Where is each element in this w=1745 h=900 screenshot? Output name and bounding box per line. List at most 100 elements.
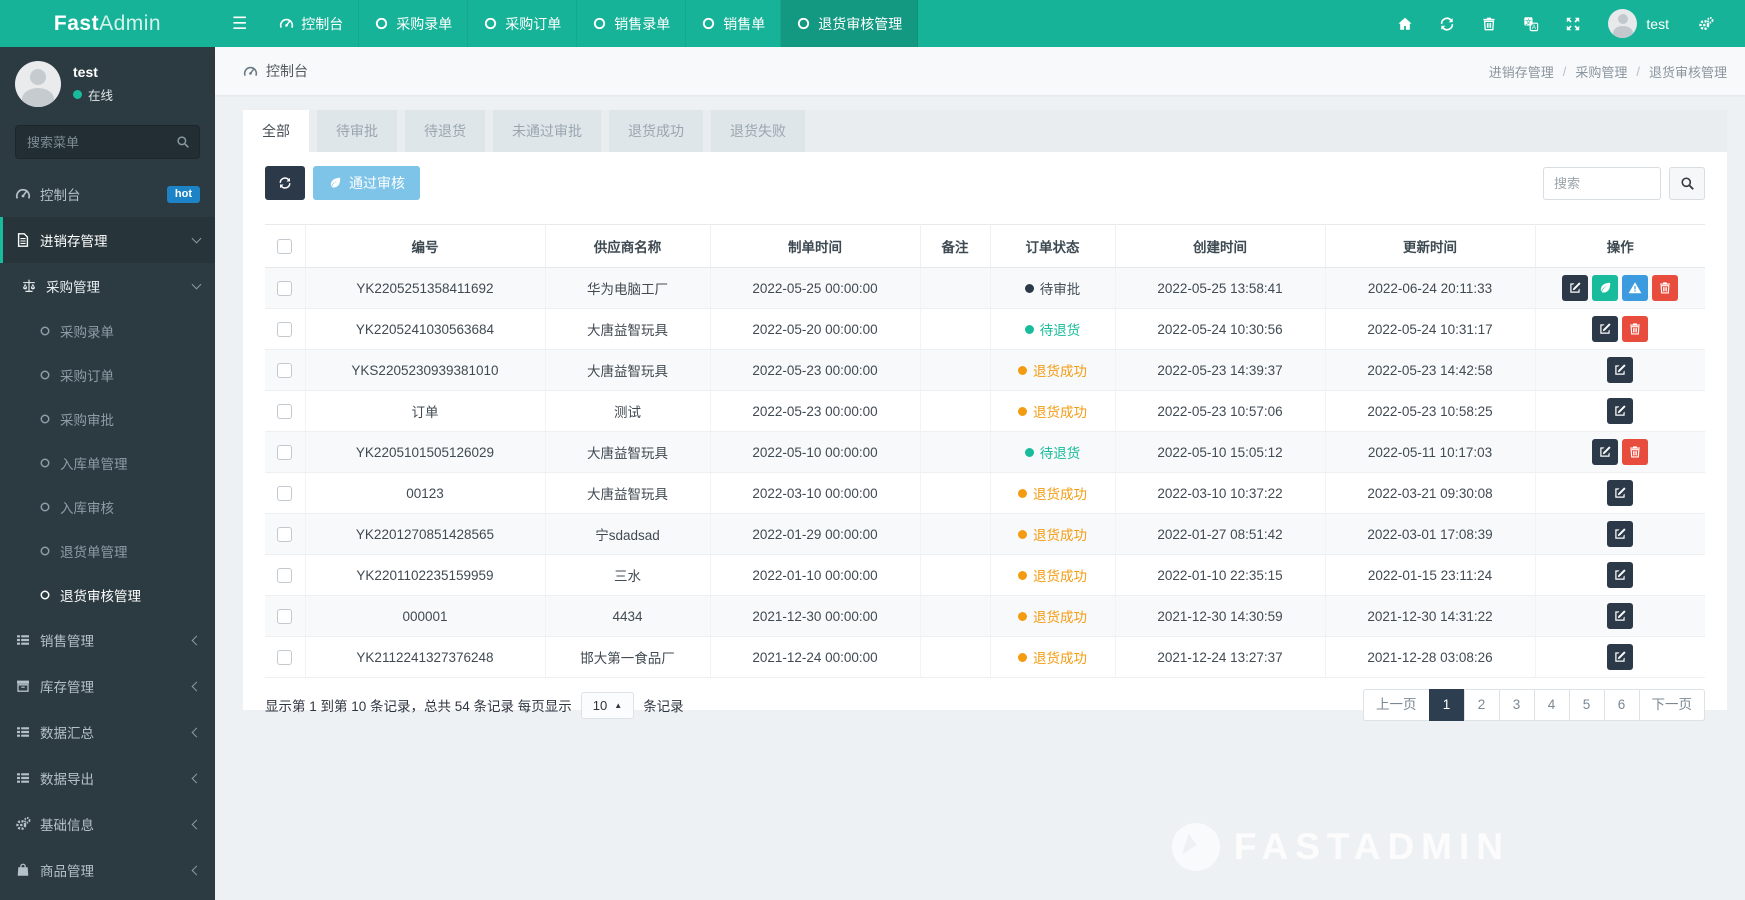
online-dot-icon — [73, 90, 82, 99]
row-checkbox[interactable] — [277, 403, 293, 419]
topnav-tab-6[interactable]: 退货审核管理 — [781, 0, 919, 47]
column-header-4[interactable]: 订单状态 — [990, 224, 1116, 268]
column-header-2[interactable]: 制单时间 — [710, 224, 921, 268]
row-checkbox[interactable] — [277, 567, 293, 583]
sidebar-item-9[interactable]: 退货审核管理 — [0, 573, 215, 617]
row-checkbox[interactable] — [277, 362, 293, 378]
edit-button[interactable] — [1592, 439, 1619, 465]
sidebar-item-8[interactable]: 退货单管理 — [0, 529, 215, 573]
sidebar-item-10[interactable]: 销售管理 — [0, 617, 215, 663]
row-checkbox[interactable] — [277, 649, 293, 665]
edit-button[interactable] — [1607, 357, 1634, 383]
warning-button[interactable] — [1622, 275, 1649, 301]
page-button-2[interactable]: 2 — [1463, 689, 1500, 721]
sidebar-toggle-button[interactable]: ☰ — [215, 0, 264, 47]
topnav-tab-2[interactable]: 采购录单 — [359, 0, 469, 47]
row-checkbox[interactable] — [277, 280, 293, 296]
column-header-0[interactable]: 编号 — [305, 224, 546, 268]
status-cell: 退货成功 — [990, 636, 1116, 678]
status-dot-icon — [1024, 447, 1034, 457]
edit-button[interactable] — [1607, 644, 1634, 670]
sidebar-item-0[interactable]: 控制台 hot — [0, 171, 215, 217]
supplier-cell: 大唐益智玩具 — [545, 349, 711, 391]
delete-button[interactable] — [1652, 275, 1679, 301]
sidebar-item-14[interactable]: 基础信息 — [0, 801, 215, 847]
sidebar-item-7[interactable]: 入库审核 — [0, 485, 215, 529]
actions-cell — [1535, 390, 1705, 432]
breadcrumb-item-0[interactable]: 进销存管理 — [1489, 62, 1554, 81]
fullscreen-button[interactable] — [1565, 16, 1581, 32]
topnav-tab-4[interactable]: 销售录单 — [577, 0, 687, 47]
edit-button[interactable] — [1607, 603, 1634, 629]
settings-button[interactable] — [1698, 16, 1714, 32]
edit-button[interactable] — [1607, 562, 1634, 588]
circle-icon — [796, 16, 811, 31]
row-checkbox[interactable] — [277, 321, 293, 337]
sidebar-item-15[interactable]: 商品管理 — [0, 847, 215, 893]
filter-tab-5[interactable]: 退货失败 — [711, 110, 805, 152]
edit-button[interactable] — [1607, 521, 1634, 547]
refresh-button[interactable] — [1439, 16, 1455, 32]
refresh-button[interactable] — [265, 166, 305, 200]
sidebar-item-6[interactable]: 入库单管理 — [0, 441, 215, 485]
menu-search-input[interactable] — [15, 125, 200, 159]
topnav-tab-1[interactable]: 控制台 — [264, 0, 360, 47]
sidebar-item-12[interactable]: 数据汇总 — [0, 709, 215, 755]
column-header-5[interactable]: 创建时间 — [1115, 224, 1326, 268]
row-checkbox[interactable] — [277, 485, 293, 501]
delete-button[interactable] — [1622, 439, 1649, 465]
topnav-tab-label: 采购录单 — [396, 15, 453, 32]
page-button-5[interactable]: 5 — [1568, 689, 1605, 721]
column-header-3[interactable]: 备注 — [920, 224, 991, 268]
edit-button[interactable] — [1592, 316, 1619, 342]
approve-button[interactable]: 通过审核 — [313, 166, 420, 200]
sidebar-item-11[interactable]: 库存管理 — [0, 663, 215, 709]
sidebar-item-5[interactable]: 采购审批 — [0, 397, 215, 441]
user-avatar[interactable] — [1608, 9, 1638, 38]
table-search-input[interactable] — [1543, 166, 1661, 200]
filter-tab-3[interactable]: 未通过审批 — [493, 110, 601, 152]
row-checkbox[interactable] — [277, 444, 293, 460]
sidebar-item-3[interactable]: 采购录单 — [0, 309, 215, 353]
edit-button[interactable] — [1607, 480, 1634, 506]
trash-button[interactable] — [1481, 16, 1497, 32]
sidebar-item-13[interactable]: 数据导出 — [0, 755, 215, 801]
edit-button[interactable] — [1607, 398, 1634, 424]
column-header-7[interactable]: 操作 — [1535, 224, 1705, 268]
page-title: 控制台 — [243, 61, 308, 81]
approve-row-button[interactable] — [1592, 275, 1619, 301]
column-header-6[interactable]: 更新时间 — [1325, 224, 1536, 268]
filter-tab-2[interactable]: 待退货 — [405, 110, 485, 152]
row-checkbox[interactable] — [277, 526, 293, 542]
sidebar-item-1[interactable]: 进销存管理 — [0, 217, 215, 263]
translate-button[interactable]: 文A — [1523, 16, 1539, 32]
next-page-button[interactable]: 下一页 — [1638, 689, 1705, 721]
username-label[interactable]: test — [1646, 16, 1669, 32]
page-button-6[interactable]: 6 — [1603, 689, 1640, 721]
page-button-4[interactable]: 4 — [1533, 689, 1570, 721]
column-header-1[interactable]: 供应商名称 — [545, 224, 711, 268]
edit-icon — [1613, 609, 1627, 623]
per-page-select[interactable]: 10 ▲ — [580, 691, 635, 719]
sidebar-item-2[interactable]: 采购管理 — [0, 263, 215, 309]
edit-button[interactable] — [1562, 275, 1589, 301]
page-button-1[interactable]: 1 — [1428, 689, 1465, 721]
filter-tab-1[interactable]: 待审批 — [317, 110, 397, 152]
row-checkbox[interactable] — [277, 608, 293, 624]
topnav-tab-5[interactable]: 销售单 — [686, 0, 782, 47]
sidebar-item-4[interactable]: 采购订单 — [0, 353, 215, 397]
filter-tab-4[interactable]: 退货成功 — [609, 110, 703, 152]
breadcrumb-item-2[interactable]: 退货审核管理 — [1649, 62, 1727, 81]
circle-icon — [39, 325, 51, 337]
remark-cell — [920, 349, 991, 391]
delete-button[interactable] — [1622, 316, 1649, 342]
topnav-tab-3[interactable]: 采购订单 — [468, 0, 578, 47]
prev-page-button[interactable]: 上一页 — [1363, 689, 1430, 721]
select-all-checkbox[interactable] — [277, 238, 293, 254]
avatar[interactable] — [15, 61, 61, 107]
home-button[interactable] — [1397, 16, 1413, 32]
breadcrumb-item-1[interactable]: 采购管理 — [1575, 62, 1627, 81]
table-search-button[interactable] — [1669, 166, 1705, 200]
filter-tab-0[interactable]: 全部 — [243, 110, 309, 152]
page-button-3[interactable]: 3 — [1498, 689, 1535, 721]
